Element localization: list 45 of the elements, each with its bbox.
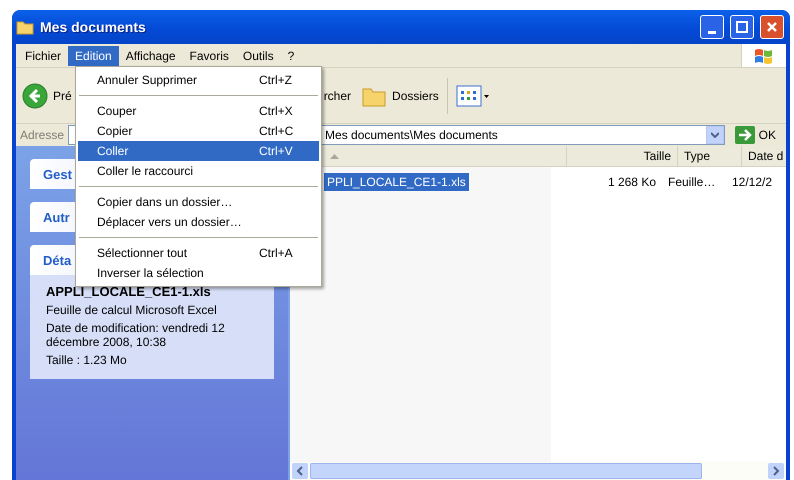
menu-entry[interactable]: Inverser la sélection (78, 263, 319, 283)
column-header[interactable]: Taille (567, 146, 678, 166)
file-name: APPLI_LOCALE_CE1-1.xls (46, 285, 212, 299)
maximize-button[interactable] (730, 15, 754, 39)
menu-entry[interactable]: Copier dans un dossier… (78, 192, 319, 212)
menu-entry[interactable]: Déplacer vers un dossier… (78, 212, 319, 232)
go-button[interactable]: OK (728, 126, 782, 144)
modified-date: Date de modification: vendredi 12 décembre 2008, 10:38 (46, 321, 226, 349)
menu-item[interactable]: Fichier (18, 46, 68, 66)
minimize-icon (708, 30, 716, 34)
table-cell-text: Feuille… (667, 175, 716, 189)
sort-arrow-icon (330, 153, 339, 159)
maximize-icon (736, 21, 748, 33)
table-cell-text: 12/12/2 (731, 175, 774, 189)
menu-item[interactable]: ? (280, 46, 302, 66)
file-type: Feuille de calcul Microsoft Excel (46, 303, 218, 317)
menu-entry[interactable]: Coller le raccourci (78, 161, 319, 181)
menu-entry[interactable]: Sélectionner tout Ctrl+A (78, 243, 319, 263)
windows-logo-icon (754, 46, 774, 64)
menu-entry[interactable]: Couper Ctrl+X (78, 101, 319, 121)
horizontal-scrollbar[interactable] (290, 462, 786, 480)
window-title: Mes documents (40, 19, 147, 35)
folder-icon (16, 19, 34, 35)
folders-button[interactable]: Dossiers (361, 84, 439, 108)
file-size: Taille : 1.23 Mo (46, 353, 128, 367)
menu-entry[interactable]: Coller Ctrl+V (78, 141, 319, 161)
column-header[interactable]: Date d (742, 146, 794, 166)
file-name-cell[interactable]: PPLI_LOCALE_CE1-1.xls (324, 173, 469, 191)
address-label: Adresse (20, 128, 64, 142)
scroll-right-icon (772, 466, 780, 476)
menu-item[interactable]: Affichage (118, 46, 183, 66)
back-button[interactable]: Pré (22, 82, 72, 108)
minimize-button[interactable] (700, 15, 724, 39)
views-icon (456, 84, 490, 106)
search-button[interactable]: rcher (324, 88, 352, 102)
table-cell-text: 1 268 Ko (606, 175, 657, 189)
menu-item[interactable]: Edition (68, 46, 119, 66)
menu-entry[interactable]: Annuler Supprimer Ctrl+Z (78, 70, 319, 90)
menu-item[interactable]: Favoris (182, 46, 236, 66)
column-header[interactable]: Type (678, 146, 742, 166)
scroll-left-icon (296, 466, 304, 476)
close-icon (766, 21, 778, 33)
close-button[interactable] (760, 15, 784, 39)
menu-item[interactable]: Outils (236, 46, 281, 66)
views-button[interactable] (456, 84, 490, 106)
